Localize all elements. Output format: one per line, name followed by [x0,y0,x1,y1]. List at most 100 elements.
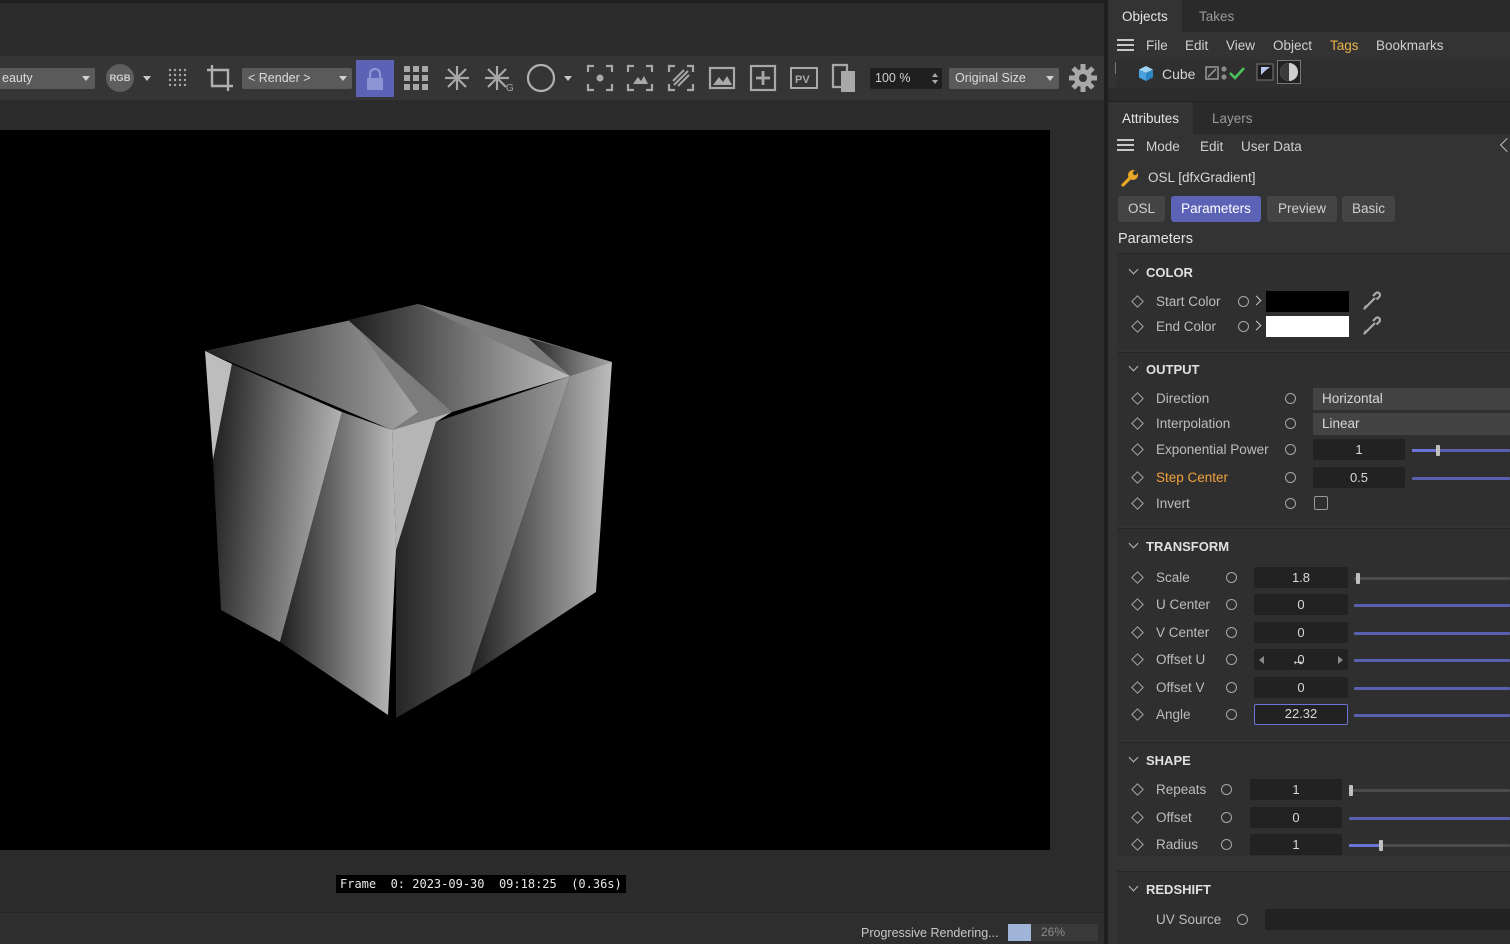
u-center-slider[interactable] [1354,604,1510,607]
keyframe-diamond-icon[interactable] [1131,471,1144,484]
chevron-down-icon[interactable] [1128,752,1139,763]
menu-object[interactable]: Object [1273,38,1312,53]
end-color-swatch[interactable] [1266,316,1349,337]
keyframe-diamond-icon[interactable] [1131,295,1144,308]
animate-circle-icon[interactable] [1226,599,1237,610]
crop-button[interactable] [203,64,237,92]
slider-knob[interactable] [1379,840,1383,851]
u-center-field[interactable]: 0 [1254,594,1348,615]
invert-checkbox[interactable] [1314,496,1328,510]
chevron-right-icon[interactable] [1251,320,1262,331]
increment-arrow-icon[interactable] [1338,656,1343,664]
animate-circle-icon[interactable] [1237,914,1248,925]
image-button[interactable] [706,64,738,92]
tab-layers[interactable]: Layers [1198,102,1267,134]
animate-circle-icon[interactable] [1226,627,1237,638]
decrement-arrow-icon[interactable] [1259,656,1264,664]
animate-circle-icon[interactable] [1238,296,1249,307]
offset-u-field[interactable]: 0 ↔ [1254,649,1348,670]
menu-file[interactable]: File [1146,38,1168,53]
tab-preview[interactable]: Preview [1267,196,1337,222]
eyedropper-icon[interactable] [1360,315,1382,337]
tab-objects[interactable]: Objects [1108,0,1182,32]
offset-slider[interactable] [1349,817,1510,820]
menu-user-data[interactable]: User Data [1241,139,1302,154]
animate-circle-icon[interactable] [1238,321,1249,332]
render-mode-dropdown[interactable]: < Render > [242,68,352,89]
render-canvas[interactable] [0,130,1050,850]
keyframe-diamond-icon[interactable] [1131,443,1144,456]
v-center-field[interactable]: 0 [1254,622,1348,643]
rgb-channel-button[interactable]: RGB [104,64,136,92]
keyframe-diamond-icon[interactable] [1131,571,1144,584]
repeats-slider[interactable] [1349,785,1510,796]
fit-button[interactable] [624,64,656,92]
menu-edit[interactable]: Edit [1200,139,1223,154]
menu-bookmarks[interactable]: Bookmarks [1376,38,1444,53]
checkmark-icon[interactable] [1229,66,1245,80]
animate-circle-icon[interactable] [1226,709,1237,720]
offset-v-field[interactable]: 0 [1254,677,1348,698]
picture-viewer-button[interactable]: PV [788,64,820,92]
uv-source-field[interactable] [1265,909,1510,930]
dither-button[interactable] [163,64,193,92]
keyframe-diamond-icon[interactable] [1131,811,1144,824]
tab-attributes[interactable]: Attributes [1108,102,1194,134]
slider-knob[interactable] [1436,445,1440,456]
animate-circle-icon[interactable] [1221,812,1232,823]
chevron-down-icon[interactable] [1128,264,1139,275]
animate-circle-icon[interactable] [1285,472,1296,483]
start-color-swatch[interactable] [1266,291,1349,312]
chevron-down-icon[interactable] [1128,361,1139,372]
keyframe-diamond-icon[interactable] [1131,598,1144,611]
keyframe-diamond-icon[interactable] [1131,783,1144,796]
size-dropdown[interactable]: Original Size [949,68,1059,89]
region-dropdown-arrow[interactable] [561,64,575,92]
settings-button[interactable] [1066,64,1100,92]
animate-circle-icon[interactable] [1226,654,1237,665]
focus-button[interactable] [584,64,616,92]
offset-v-slider[interactable] [1354,687,1510,690]
menu-tags[interactable]: Tags [1330,38,1359,53]
slider-knob[interactable] [1356,573,1360,584]
keyframe-diamond-icon[interactable] [1131,417,1144,430]
keyframe-diamond-icon[interactable] [1131,681,1144,694]
animate-circle-icon[interactable] [1285,444,1296,455]
tab-parameters[interactable]: Parameters [1171,196,1261,222]
keyframe-diamond-icon[interactable] [1131,392,1144,405]
back-arrow-icon[interactable] [1499,137,1510,153]
keyframe-diamond-icon[interactable] [1131,708,1144,721]
v-center-slider[interactable] [1354,632,1510,635]
animate-circle-icon[interactable] [1285,498,1296,509]
keyframe-diamond-icon[interactable] [1131,320,1144,333]
radius-field[interactable]: 1 [1250,834,1342,855]
lock-button[interactable] [356,60,394,97]
animate-circle-icon[interactable] [1285,418,1296,429]
exponential-power-slider[interactable] [1412,445,1510,456]
layer-icon[interactable] [1205,66,1219,80]
chevron-right-icon[interactable] [1251,295,1262,306]
snowflake-g-button[interactable]: G [482,64,516,92]
repeats-field[interactable]: 1 [1250,779,1342,800]
offset-u-slider[interactable] [1354,659,1510,662]
hamburger-icon[interactable] [1117,39,1134,51]
exponential-power-field[interactable]: 1 [1313,439,1405,460]
add-snapshot-button[interactable] [747,64,779,92]
rgb-dropdown-arrow[interactable] [140,64,154,92]
step-center-field[interactable]: 0.5 [1313,467,1405,488]
tab-takes[interactable]: Takes [1185,0,1248,32]
animate-circle-icon[interactable] [1226,682,1237,693]
angle-field[interactable]: 22.32 [1254,704,1348,725]
keyframe-diamond-icon[interactable] [1131,653,1144,666]
zoom-field[interactable]: 100 % [870,68,942,89]
slider-knob[interactable] [1349,785,1353,796]
region-circle-button[interactable] [524,63,558,93]
menu-mode[interactable]: Mode [1146,139,1180,154]
tab-osl[interactable]: OSL [1118,196,1165,222]
angle-slider[interactable] [1354,714,1510,717]
radius-slider[interactable] [1349,840,1510,851]
direction-dropdown[interactable]: Horizontal [1313,388,1510,410]
menu-view[interactable]: View [1226,38,1255,53]
menu-edit[interactable]: Edit [1185,38,1208,53]
tab-basic[interactable]: Basic [1342,196,1395,222]
